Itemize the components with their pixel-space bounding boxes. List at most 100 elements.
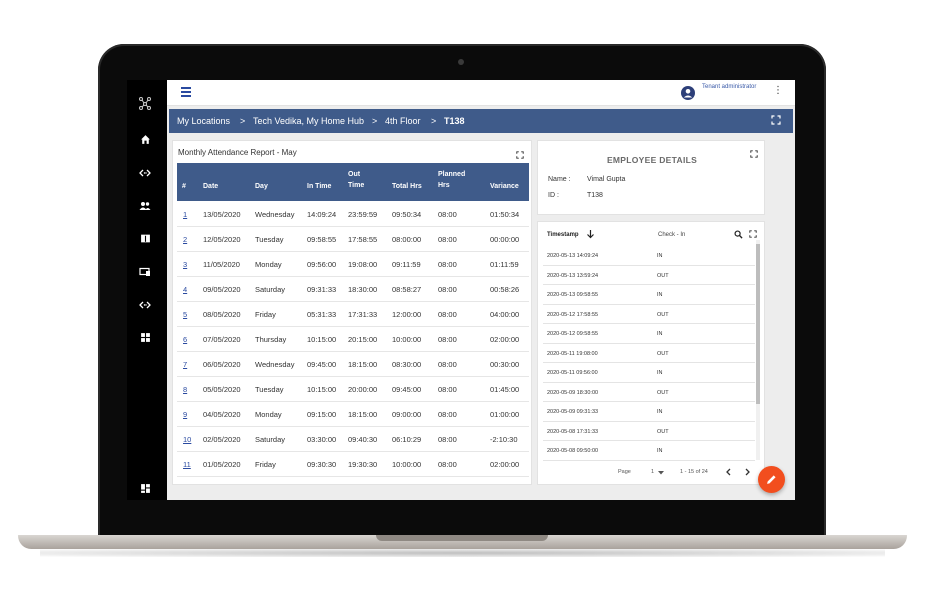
row-in-time: 03:30:00 [307, 435, 337, 444]
fullscreen-icon[interactable] [750, 150, 758, 158]
row-planned-hrs: 08:00 [438, 360, 457, 369]
col-variance[interactable]: Variance [490, 181, 519, 192]
users-icon[interactable] [135, 200, 155, 216]
col-date[interactable]: Date [203, 181, 218, 192]
row-day: Wednesday [255, 210, 295, 219]
timestamp-value: 2020-05-12 09:58:55 [547, 331, 599, 337]
chevron-right-icon[interactable] [744, 468, 751, 476]
page-range: 1 - 15 of 24 [680, 469, 708, 475]
col-total-hrs[interactable]: Total Hrs [392, 181, 422, 192]
row-index[interactable]: 6 [183, 335, 187, 344]
fullscreen-icon[interactable] [516, 151, 524, 159]
row-in-time: 09:30:30 [307, 460, 337, 469]
row-variance: 02:00:00 [490, 460, 520, 469]
timestamp-value: 2020-05-08 09:50:00 [547, 448, 599, 454]
network-icon[interactable] [135, 96, 155, 112]
row-index[interactable]: 1 [183, 210, 187, 219]
book-icon[interactable] [135, 233, 155, 249]
row-out-time: 19:08:00 [348, 260, 378, 269]
scrollbar-thumb[interactable] [756, 244, 760, 404]
row-in-time: 10:15:00 [307, 335, 337, 344]
row-index[interactable]: 5 [183, 310, 187, 319]
breadcrumb-floor[interactable]: 4th Floor [385, 116, 421, 126]
row-in-time: 05:31:33 [307, 310, 337, 319]
row-index[interactable]: 7 [183, 360, 187, 369]
col-planned-hrs[interactable]: Planned Hrs [438, 169, 470, 191]
devices-icon[interactable] [135, 266, 155, 282]
table-row: 6 07/05/2020 Thursday 10:15:00 20:15:00 10:00… [177, 327, 529, 352]
row-planned-hrs: 08:00 [438, 460, 457, 469]
row-total-hrs: 12:00:00 [392, 310, 422, 319]
row-date: 13/05/2020 [203, 210, 241, 219]
check-status: IN [657, 331, 663, 337]
code-alt-icon[interactable] [135, 299, 155, 315]
row-variance: -2:10:30 [490, 435, 518, 444]
col-index[interactable]: # [182, 181, 186, 192]
user-avatar[interactable] [681, 86, 695, 100]
fullscreen-icon[interactable] [749, 230, 757, 238]
row-index[interactable]: 11 [183, 460, 191, 469]
row-index[interactable]: 9 [183, 410, 187, 419]
more-options-icon[interactable]: ⋮ [773, 86, 783, 96]
row-planned-hrs: 08:00 [438, 410, 457, 419]
row-out-time: 18:30:00 [348, 285, 378, 294]
row-day: Tuesday [255, 385, 284, 394]
row-date: 12/05/2020 [203, 235, 241, 244]
chevron-left-icon[interactable] [725, 468, 732, 476]
row-index[interactable]: 10 [183, 435, 191, 444]
row-variance: 02:00:00 [490, 335, 520, 344]
widgets-icon[interactable] [135, 332, 155, 348]
row-variance: 04:00:00 [490, 310, 520, 319]
list-item: 2020-05-11 19:08:00 OUT [543, 344, 755, 363]
row-date: 06/05/2020 [203, 360, 241, 369]
row-index[interactable]: 3 [183, 260, 187, 269]
timestamp-value: 2020-05-09 09:31:33 [547, 409, 599, 415]
page-label: Page [618, 469, 631, 475]
list-item: 2020-05-13 14:09:24 IN [543, 246, 755, 266]
row-index[interactable]: 4 [183, 285, 187, 294]
employee-id: T138 [587, 192, 603, 199]
user-role[interactable]: Tenant administrator [702, 84, 756, 90]
list-item: 2020-05-09 09:31:33 IN [543, 402, 755, 422]
row-index[interactable]: 8 [183, 385, 187, 394]
sort-arrow-icon[interactable] [586, 229, 595, 242]
timestamp-value: 2020-05-13 09:58:55 [547, 292, 599, 298]
hamburger-menu-icon[interactable] [181, 87, 191, 97]
row-day: Thursday [255, 335, 287, 344]
page-select[interactable]: 1 [651, 469, 654, 475]
edit-fab-button[interactable] [758, 466, 785, 493]
col-day[interactable]: Day [255, 181, 268, 192]
row-day: Friday [255, 460, 276, 469]
check-status: OUT [657, 389, 669, 396]
timestamp-value: 2020-05-13 13:59:24 [547, 272, 599, 279]
row-in-time: 09:15:00 [307, 410, 337, 419]
row-in-time: 09:56:00 [307, 260, 337, 269]
laptop-notch [376, 535, 548, 541]
search-icon[interactable] [734, 230, 743, 239]
scrollbar[interactable] [756, 240, 760, 460]
col-in-time[interactable]: In Time [307, 181, 331, 192]
row-index[interactable]: 2 [183, 235, 187, 244]
col-timestamp[interactable]: Timestamp [547, 232, 579, 238]
row-date: 11/05/2020 [203, 260, 240, 269]
timestamp-value: 2020-05-11 09:56:00 [547, 370, 598, 376]
row-planned-hrs: 08:00 [438, 210, 457, 219]
col-out-time[interactable]: Out Time [348, 169, 372, 191]
table-row: 4 09/05/2020 Saturday 09:31:33 18:30:00 08:58… [177, 277, 529, 302]
code-icon[interactable] [135, 167, 155, 183]
camera [458, 59, 464, 65]
breadcrumb-separator: > [240, 116, 246, 126]
list-item: 2020-05-13 13:59:24 OUT [543, 266, 755, 285]
row-day: Monday [255, 260, 282, 269]
list-item: 2020-05-08 09:50:00 IN [543, 441, 755, 461]
fullscreen-icon[interactable] [771, 115, 781, 125]
chevron-down-icon[interactable] [658, 471, 664, 475]
col-check-in[interactable]: Check - In [658, 232, 685, 238]
breadcrumb-my-locations[interactable]: My Locations [177, 116, 230, 126]
dashboard-icon[interactable] [135, 483, 155, 499]
breadcrumb-building[interactable]: Tech Vedika, My Home Hub [253, 116, 364, 126]
row-total-hrs: 09:00:00 [392, 410, 422, 419]
home-icon[interactable] [135, 134, 155, 150]
row-planned-hrs: 08:00 [438, 260, 457, 269]
employee-details-card: EMPLOYEE DETAILS Name : Vimal Gupta ID :… [537, 140, 765, 215]
